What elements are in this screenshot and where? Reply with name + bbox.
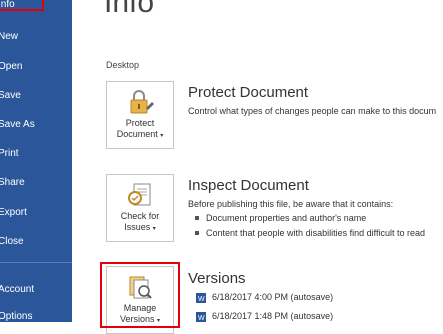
nav-account[interactable]: Account — [0, 279, 72, 301]
inspect-title: Inspect Document — [188, 177, 309, 194]
nav-account-label: Account — [0, 284, 35, 295]
nav-open[interactable]: Open — [0, 56, 72, 78]
inspect-button-label-2: Issues — [124, 222, 151, 232]
nav-export[interactable]: Export — [0, 202, 72, 224]
version-item-label: 6/18/2017 1:48 PM (autosave) — [212, 311, 334, 321]
nav-close-label: Close — [0, 236, 24, 247]
nav-new-label: New — [0, 31, 19, 42]
versions-button-label-2-row: Versions ▾ — [107, 314, 173, 327]
chevron-down-icon: ▾ — [160, 133, 164, 139]
svg-text:W: W — [198, 315, 205, 322]
nav-print-label: Print — [0, 148, 19, 159]
inspect-button-label-1: Check for — [120, 211, 160, 221]
versions-title: Versions — [188, 270, 246, 287]
nav-new[interactable]: New — [0, 26, 72, 48]
nav-save-as-label: Save As — [0, 119, 35, 130]
nav-print[interactable]: Print — [0, 143, 72, 165]
nav-open-label: Open — [0, 61, 23, 72]
versions-button-label-2: Versions — [119, 314, 155, 324]
inspect-bullet-1: Document properties and author's name — [194, 213, 367, 223]
nav-share[interactable]: Share — [0, 172, 72, 194]
protect-description: Control what types of changes people can… — [188, 106, 437, 116]
nav-info-label: Info — [0, 0, 15, 10]
protect-document-button[interactable]: Protect Document ▾ — [106, 81, 174, 149]
backstage-sidebar: Info New Open Save Save As Print Share E… — [0, 0, 72, 322]
check-for-issues-button[interactable]: Check for Issues ▾ — [106, 174, 174, 242]
inspect-bullet-2: Content that people with disabilities fi… — [195, 228, 425, 238]
chevron-down-icon: ▾ — [157, 318, 161, 324]
nav-save-as[interactable]: Save As — [0, 114, 72, 136]
version-item-label: 6/18/2017 4:00 PM (autosave) — [212, 292, 334, 302]
nav-divider — [0, 262, 72, 263]
svg-text:W: W — [198, 296, 205, 303]
nav-share-label: Share — [0, 177, 25, 188]
page-title: Info — [104, 0, 155, 19]
chevron-down-icon: ▾ — [152, 226, 156, 232]
versions-button-label-1: Manage — [123, 303, 157, 313]
word-document-icon: W — [195, 311, 207, 325]
manage-versions-icon — [125, 273, 155, 306]
nav-options-label: Options — [0, 311, 33, 322]
nav-save[interactable]: Save — [0, 85, 72, 107]
inspect-document-icon — [125, 181, 155, 214]
nav-options[interactable]: Options — [0, 306, 72, 328]
protect-title: Protect Document — [188, 84, 309, 101]
inspect-button-label-2-row: Issues ▾ — [107, 222, 173, 235]
lock-icon — [125, 88, 155, 121]
protect-button-label-2: Document — [116, 129, 158, 139]
nav-info[interactable]: Info — [0, 0, 72, 16]
nav-export-label: Export — [0, 207, 27, 218]
word-document-icon: W — [195, 292, 207, 306]
protect-button-label-2-row: Document ▾ — [107, 129, 173, 142]
inspect-description: Before publishing this file, be aware th… — [188, 199, 394, 209]
manage-versions-button[interactable]: Manage Versions ▾ — [106, 266, 174, 334]
nav-close[interactable]: Close — [0, 231, 72, 253]
protect-button-label-1: Protect — [125, 118, 155, 128]
document-location: Desktop — [106, 60, 140, 70]
nav-save-label: Save — [0, 90, 21, 101]
